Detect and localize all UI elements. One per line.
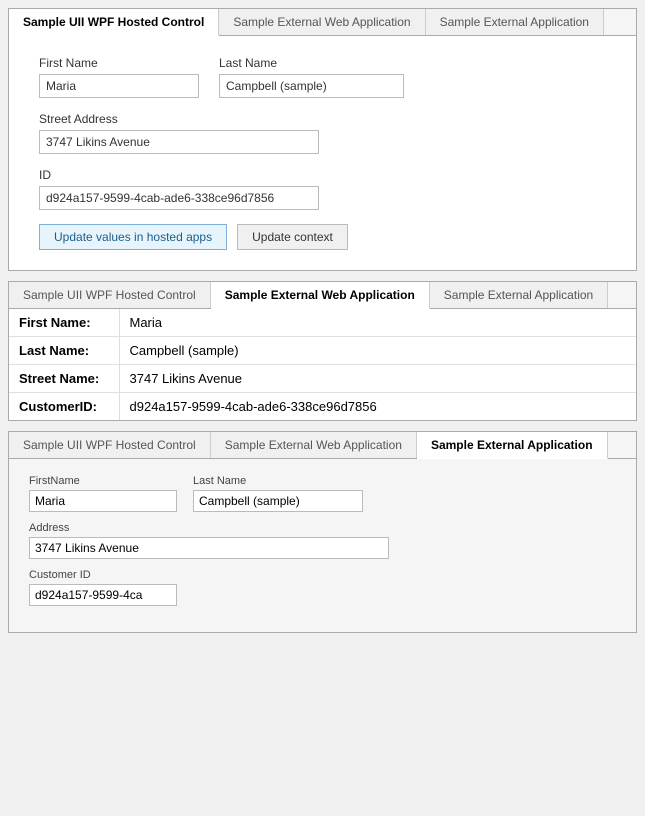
panel-3-tab-web[interactable]: Sample External Web Application [211,432,417,458]
data-table: First Name:MariaLast Name:Campbell (samp… [9,309,636,420]
row-label-0: First Name: [9,309,119,337]
panel3-last-name-input[interactable] [193,490,363,512]
id-row: ID [39,168,606,210]
update-context-button[interactable]: Update context [237,224,348,250]
row-value-2: 3747 Likins Avenue [119,365,636,393]
panel-3-tab-bar: Sample UII WPF Hosted Control Sample Ext… [9,432,636,459]
panel-2-tab-bar: Sample UII WPF Hosted Control Sample Ext… [9,282,636,309]
panel3-address-input[interactable] [29,537,389,559]
table-row: Last Name:Campbell (sample) [9,337,636,365]
panel3-address-label: Address [29,522,389,534]
panel3-custid-input[interactable] [29,584,177,606]
panel-3-tab-ext[interactable]: Sample External Application [417,432,608,459]
panel3-last-name-label: Last Name [193,475,363,487]
panel-2-content: First Name:MariaLast Name:Campbell (samp… [9,309,636,420]
panel-1-tab-bar: Sample UII WPF Hosted Control Sample Ext… [9,9,636,36]
panel-2-tab-ext[interactable]: Sample External Application [430,282,608,308]
name-row: First Name Last Name [39,56,606,98]
panel3-first-name-label: FirstName [29,475,177,487]
panel-2-tab-web[interactable]: Sample External Web Application [211,282,430,309]
panel3-last-name-group: Last Name [193,475,363,512]
table-row: Street Name:3747 Likins Avenue [9,365,636,393]
row-label-3: CustomerID: [9,393,119,421]
panel-3-tab-wpf[interactable]: Sample UII WPF Hosted Control [9,432,211,458]
panel-3: Sample UII WPF Hosted Control Sample Ext… [8,431,637,633]
id-label: ID [39,168,319,182]
row-value-3: d924a157-9599-4cab-ade6-338ce96d7856 [119,393,636,421]
row-value-0: Maria [119,309,636,337]
panel3-custid-label: Customer ID [29,569,177,581]
panel3-address-row: Address [29,522,616,559]
panel-1-tab-ext[interactable]: Sample External Application [426,9,604,35]
panel3-address-group: Address [29,522,389,559]
panel-1-content: First Name Last Name Street Address ID U… [9,36,636,270]
panel3-first-name-group: FirstName [29,475,177,512]
panel-1-tab-wpf[interactable]: Sample UII WPF Hosted Control [9,9,219,36]
table-row: First Name:Maria [9,309,636,337]
panel-1-tab-web[interactable]: Sample External Web Application [219,9,425,35]
row-label-1: Last Name: [9,337,119,365]
button-row: Update values in hosted apps Update cont… [39,224,606,250]
panel-2: Sample UII WPF Hosted Control Sample Ext… [8,281,637,421]
last-name-label: Last Name [219,56,404,70]
panel-3-content: FirstName Last Name Address Customer ID [9,459,636,632]
update-hosted-button[interactable]: Update values in hosted apps [39,224,227,250]
panel-2-tab-wpf[interactable]: Sample UII WPF Hosted Control [9,282,211,308]
street-input[interactable] [39,130,319,154]
last-name-input[interactable] [219,74,404,98]
panel3-custid-group: Customer ID [29,569,177,606]
row-value-1: Campbell (sample) [119,337,636,365]
id-group: ID [39,168,319,210]
first-name-label: First Name [39,56,199,70]
table-row: CustomerID:d924a157-9599-4cab-ade6-338ce… [9,393,636,421]
panel-1: Sample UII WPF Hosted Control Sample Ext… [8,8,637,271]
street-label: Street Address [39,112,319,126]
row-label-2: Street Name: [9,365,119,393]
first-name-input[interactable] [39,74,199,98]
first-name-group: First Name [39,56,199,98]
id-input[interactable] [39,186,319,210]
street-group: Street Address [39,112,319,154]
panel3-first-name-input[interactable] [29,490,177,512]
panel3-custid-row: Customer ID [29,569,616,606]
last-name-group: Last Name [219,56,404,98]
panel3-name-row: FirstName Last Name [29,475,616,512]
street-row: Street Address [39,112,606,154]
